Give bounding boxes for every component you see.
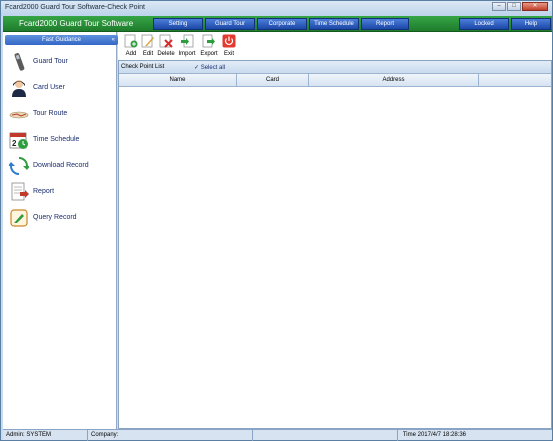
app-brand: Fcard2000 Guard Tour Software [19,19,134,28]
sidebar-item-card-user[interactable]: Card User [3,76,116,100]
sidebar-item-label: Query Record [33,214,77,221]
minimize-button[interactable]: – [492,2,506,11]
export-button[interactable]: Export [200,34,218,57]
delete-label: Delete [157,51,175,57]
download-refresh-icon [9,157,29,175]
window-title: Fcard2000 Guard Tour Software-Check Poin… [5,4,145,11]
import-icon [181,34,194,48]
toolbar: Add Edit Delete Import Export Exit [118,32,552,60]
column-header-card[interactable]: Card [237,74,309,87]
status-company: Company: [88,430,253,441]
status-time: Time 2017/4/7 18:28:36 [402,432,466,438]
exit-icon [222,34,236,48]
fast-guidance-header[interactable]: Fast Guidance « [5,35,118,45]
guard-tour-device-icon [14,53,25,71]
sidebar-item-tour-route[interactable]: Tour Route [3,102,116,126]
app-header: Fcard2000 Guard Tour Software Setting Gu… [3,16,552,32]
delete-button[interactable]: Delete [157,34,175,57]
delete-icon [159,34,173,48]
select-all-label: Select all [200,65,226,71]
exit-label: Exit [223,51,234,57]
edit-icon [141,34,154,48]
select-all-checkbox[interactable]: ✓ Select all [194,64,225,71]
help-button[interactable]: Help [511,18,551,30]
close-button[interactable]: ✕ [522,2,548,11]
sidebar-item-label: Tour Route [33,110,68,117]
locked-button[interactable]: Locked [459,18,509,30]
list-caption: Check Point List [121,64,165,70]
svg-text:2: 2 [12,139,17,148]
status-bar: Admin: SYSTEM Company: Time 2017/4/7 18:… [3,429,552,441]
sidebar-item-label: Download Record [33,162,89,169]
title-bar[interactable]: Fcard2000 Guard Tour Software-Check Poin… [1,1,552,16]
sidebar-item-label: Card User [33,84,65,91]
sidebar-item-query-record[interactable]: Query Record [3,206,116,230]
tour-route-icon [9,111,29,119]
exit-button[interactable]: Exit [220,34,238,57]
status-admin: Admin: SYSTEM [3,430,88,441]
add-icon [124,34,138,48]
add-button[interactable]: Add [122,34,140,57]
check-icon: ✓ [194,65,200,71]
menu-guard-tour[interactable]: Guard Tour [205,18,255,30]
column-header-address[interactable]: Address [309,74,479,87]
sidebar-item-label: Time Schedule [33,136,80,143]
status-empty [253,430,398,441]
sidebar-item-label: Report [33,188,55,195]
check-point-list: Check Point List ✓ Select all Name Card … [118,60,552,429]
export-icon [202,34,215,48]
fast-guidance-panel: Fast Guidance « Guard Tour Card User Tou… [3,32,118,429]
menu-setting[interactable]: Setting [153,18,203,30]
sidebar-item-time-schedule[interactable]: 2 Time Schedule [3,128,116,152]
app-window: Fcard2000 Guard Tour Software-Check Poin… [0,0,553,441]
import-label: Import [178,51,196,57]
menu-report[interactable]: Report [361,18,409,30]
collapse-icon[interactable]: « [112,35,115,45]
window-controls: – □ ✕ [492,2,548,11]
menu-corporate[interactable]: Corporate [257,18,307,30]
edit-label: Edit [142,51,154,57]
sidebar-item-download-record[interactable]: Download Record [3,154,116,178]
edit-button[interactable]: Edit [139,34,157,57]
grid-header: Name Card Address [119,74,551,87]
query-record-icon [10,209,28,227]
fast-guidance-title: Fast Guidance [41,37,82,43]
sidebar-item-report[interactable]: Report [3,180,116,204]
sidebar-item-label: Guard Tour [33,58,68,65]
sidebar-item-guard-tour[interactable]: Guard Tour [3,50,116,74]
card-user-icon [12,80,26,97]
maximize-button[interactable]: □ [507,2,521,11]
export-label: Export [200,51,218,57]
column-header-name[interactable]: Name [119,74,237,87]
list-caption-bar: Check Point List ✓ Select all [119,61,551,74]
menu-time-schedule[interactable]: Time Schedule [309,18,359,30]
calendar-icon: 2 [9,132,28,149]
import-button[interactable]: Import [178,34,196,57]
report-icon [11,182,29,201]
add-label: Add [125,51,137,57]
